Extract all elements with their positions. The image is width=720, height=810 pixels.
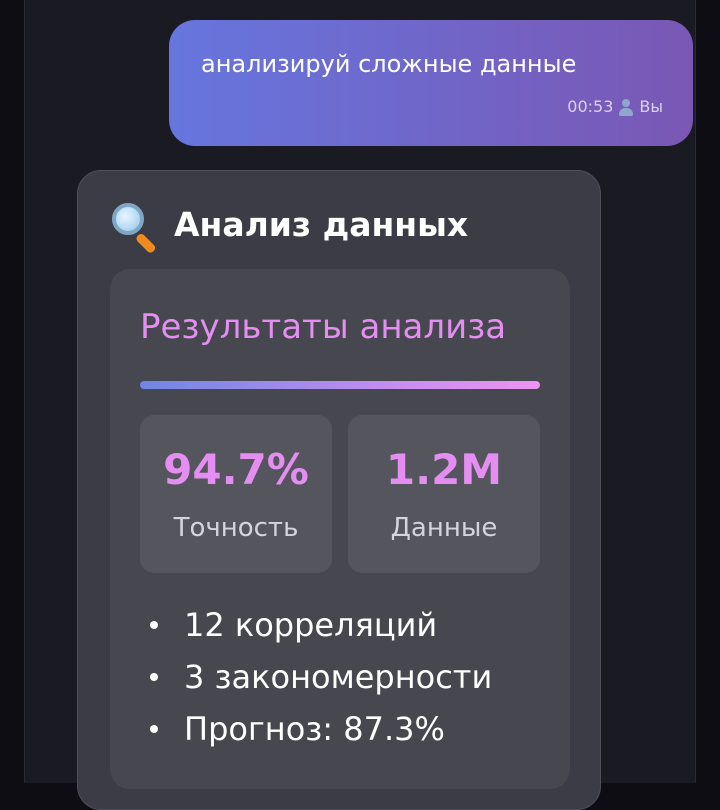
list-item: 3 закономерности	[150, 651, 492, 703]
results-heading: Результаты анализа	[140, 307, 507, 347]
message-time: 00:53	[567, 97, 614, 116]
bot-message-card: Анализ данных Результаты анализа 94.7% Т…	[77, 170, 601, 810]
list-item: 12 корреляций	[150, 599, 492, 651]
list-item-text: 12 корреляций	[184, 606, 438, 644]
user-message-bubble: анализируй сложные данные 00:53 Вы	[169, 20, 693, 146]
chat-panel: анализируй сложные данные 00:53 Вы Анали…	[24, 0, 696, 810]
card-title: Анализ данных	[174, 204, 469, 244]
results-panel: Результаты анализа 94.7% Точность 1.2M Д…	[110, 269, 570, 789]
findings-list: 12 корреляций 3 закономерности Прогноз: …	[150, 599, 492, 755]
stat-label: Данные	[390, 513, 498, 543]
message-sender: Вы	[639, 97, 663, 116]
message-meta: 00:53 Вы	[567, 97, 663, 116]
bullet-icon	[150, 621, 158, 629]
bullet-icon	[150, 673, 158, 681]
bullet-icon	[150, 725, 158, 733]
magnifier-icon	[110, 199, 160, 255]
stat-value: 1.2M	[385, 445, 503, 494]
list-item-text: Прогноз: 87.3%	[184, 710, 445, 748]
user-message-text: анализируй сложные данные	[201, 50, 577, 78]
list-item-text: 3 закономерности	[184, 658, 493, 696]
stat-card-accuracy: 94.7% Точность	[140, 415, 332, 573]
gradient-divider	[140, 381, 540, 389]
stat-card-data: 1.2M Данные	[348, 415, 540, 573]
person-icon	[617, 98, 635, 116]
list-item: Прогноз: 87.3%	[150, 703, 492, 755]
stat-label: Точность	[173, 513, 299, 543]
stat-value: 94.7%	[163, 445, 309, 494]
card-header: Анализ данных	[110, 199, 469, 255]
